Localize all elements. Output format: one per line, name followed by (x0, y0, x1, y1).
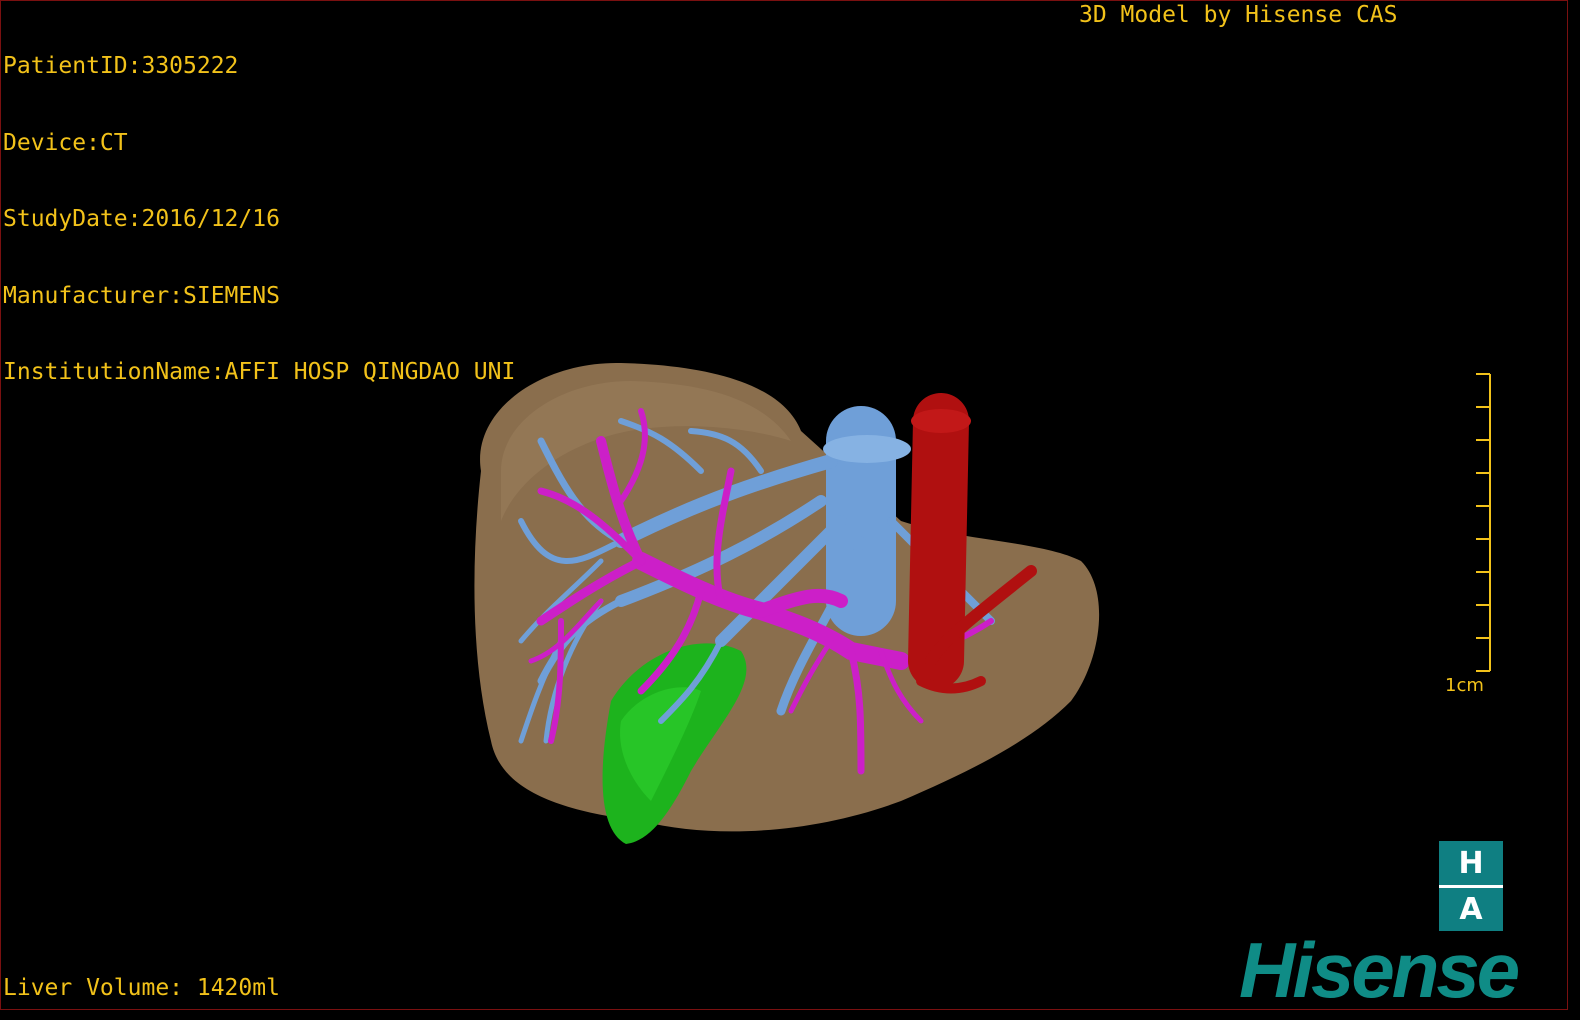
manufacturer: Manufacturer:SIEMENS (3, 282, 280, 309)
hepatic-vein-top (823, 435, 911, 463)
ha-logo-badge: H A (1439, 841, 1503, 931)
patient-id: PatientID:3305222 (3, 53, 239, 79)
3d-viewport[interactable]: PatientID:3305222 Device:CT StudyDate:20… (0, 0, 1568, 1010)
scale-bar (1476, 373, 1491, 672)
aorta-top (911, 409, 971, 433)
liver-volume: Liver Volume: 1420ml (3, 975, 280, 1001)
study-date: StudyDate:2016/12/16 (3, 206, 280, 232)
ha-badge-top: H (1458, 846, 1484, 881)
ha-badge-bottom: A (1459, 892, 1483, 927)
model-caption: 3D Model by Hisense CAS (1079, 2, 1398, 28)
ha-badge-divider (1439, 885, 1503, 888)
scale-label: 1cm (1445, 675, 1484, 696)
hisense-logo: Hisense (1239, 926, 1520, 1010)
patient-info-overlay: PatientID:3305222 Device:CT StudyDate:20… (3, 3, 515, 437)
device: Device:CT (3, 129, 128, 156)
institution-name: InstitutionName:AFFI HOSP QINGDAO UNI (3, 359, 516, 385)
